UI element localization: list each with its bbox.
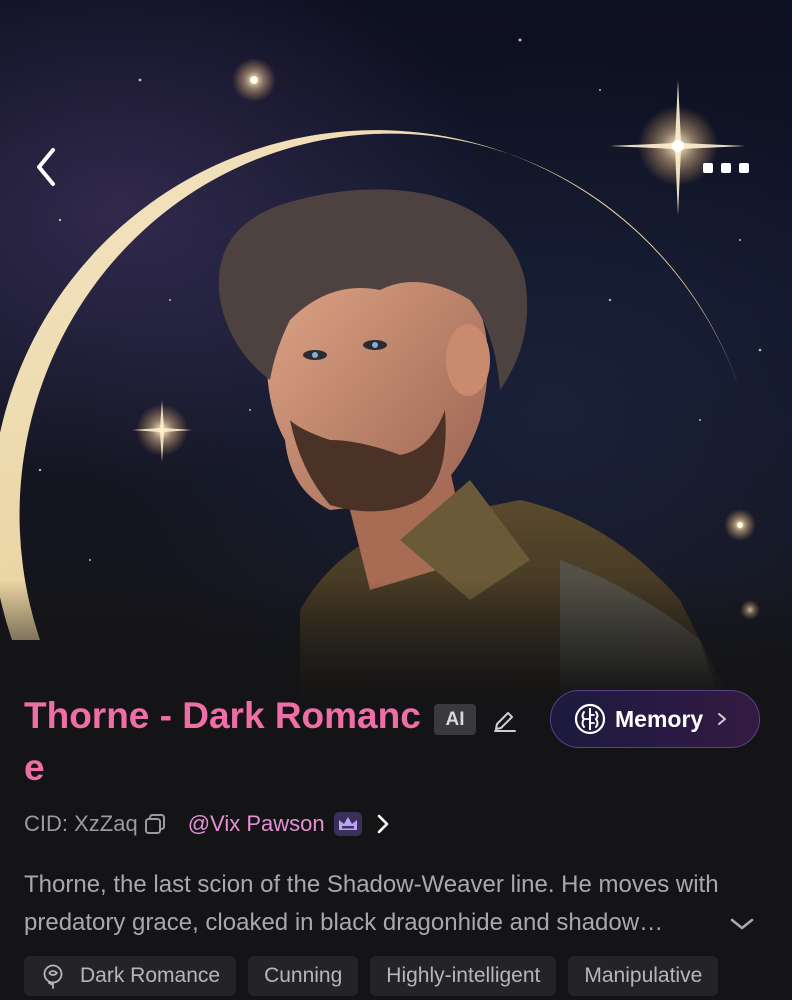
crown-icon [333, 811, 363, 837]
more-dots-icon [703, 163, 749, 173]
more-options-button[interactable] [694, 148, 758, 188]
tag-label: Cunning [264, 964, 343, 987]
creator-link[interactable]: @Vix Pawson [188, 811, 325, 837]
memory-label: Memory [615, 705, 704, 732]
tag-manipulative[interactable]: Manipulative [568, 956, 719, 996]
creator-arrow-button[interactable] [373, 809, 393, 839]
chevron-down-icon [730, 918, 754, 930]
ai-badge: AI [434, 704, 476, 735]
character-portrait [0, 0, 792, 700]
tag-label: Dark Romance [80, 964, 221, 987]
tag-cunning[interactable]: Cunning [248, 956, 359, 996]
back-button[interactable] [24, 142, 68, 192]
chevron-right-icon [718, 713, 727, 725]
edit-button[interactable] [490, 704, 520, 734]
character-profile-page: Thorne - Dark Romance AI Memory CID: XzZ… [0, 0, 792, 1000]
tag-label: Manipulative [584, 964, 703, 987]
hero-fade [0, 580, 792, 700]
rose-icon [40, 963, 66, 989]
expand-description-button[interactable] [726, 908, 758, 940]
chevron-left-icon [37, 148, 55, 186]
tag-highly-intelligent[interactable]: Highly-intelligent [370, 956, 557, 996]
tag-list: Dark Romance Cunning Highly-intelligent … [24, 956, 719, 996]
copy-icon [144, 814, 165, 834]
copy-id-button[interactable] [142, 811, 168, 837]
tag-dark-romance[interactable]: Dark Romance [24, 956, 237, 996]
character-id: CID: XzZaq [24, 811, 138, 836]
chevron-right-icon [377, 814, 388, 834]
pencil-icon [494, 712, 516, 732]
brain-icon [574, 703, 606, 735]
meta-row: CID: XzZaq @Vix Pawson [24, 806, 393, 842]
character-description: Thorne, the last scion of the Shadow-Wea… [24, 871, 719, 936]
tag-label: Highly-intelligent [386, 964, 541, 987]
memory-button[interactable]: Memory [550, 690, 760, 748]
character-name: Thorne - Dark Romance [24, 695, 421, 788]
